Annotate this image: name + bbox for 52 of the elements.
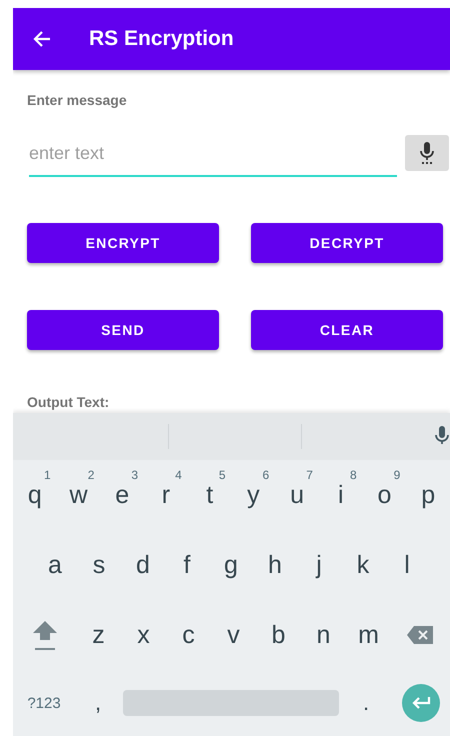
key-hint: 8 <box>350 468 357 482</box>
backspace-icon <box>406 626 432 644</box>
keyboard-key[interactable]: g <box>209 530 253 600</box>
keyboard-key[interactable]: h <box>253 530 297 600</box>
key-hint: 1 <box>44 468 51 482</box>
keyboard-key[interactable]: k <box>341 530 385 600</box>
key-hint: 4 <box>175 468 182 482</box>
field-label: Enter message <box>27 92 127 108</box>
key-hint: 3 <box>131 468 138 482</box>
keyboard-key[interactable]: x <box>121 600 166 670</box>
keyboard-key[interactable]: v <box>211 600 256 670</box>
keyboard-key[interactable]: f <box>165 530 209 600</box>
voice-input-button[interactable] <box>405 135 449 171</box>
keyboard-key[interactable]: r 4 <box>144 460 188 530</box>
key-hint: 5 <box>218 468 226 482</box>
key-hint: 6 <box>262 468 270 482</box>
keyboard-key[interactable]: d <box>121 530 165 600</box>
keyboard-key[interactable]: m <box>346 600 391 670</box>
output-label: Output Text: <box>27 394 110 410</box>
keyboard-key[interactable]: j <box>297 530 341 600</box>
keyboard-key[interactable]: q 1 <box>13 460 57 530</box>
action-button[interactable]: CLEAR <box>251 310 443 350</box>
keyboard-key[interactable]: b <box>256 600 301 670</box>
enter-key[interactable] <box>402 684 440 722</box>
action-button[interactable]: SEND <box>27 310 219 350</box>
comma-key[interactable]: , <box>75 670 121 736</box>
keyboard-key[interactable]: y 6 <box>232 460 276 530</box>
keyboard-key[interactable]: z <box>76 600 121 670</box>
keyboard-key[interactable]: e 3 <box>100 460 144 530</box>
keyboard-key[interactable]: p <box>406 460 450 530</box>
symbols-key[interactable]: ?123 <box>13 670 75 736</box>
action-button[interactable]: DECRYPT <box>251 223 443 263</box>
shift-icon <box>32 619 58 651</box>
keyboard-key[interactable]: s <box>77 530 121 600</box>
keyboard-key[interactable]: u 7 <box>275 460 319 530</box>
keyboard-key[interactable]: i 8 <box>318 460 363 530</box>
key-hint: 7 <box>306 468 313 482</box>
key-hint: 2 <box>88 468 94 482</box>
back-arrow-icon <box>33 30 51 48</box>
keyboard-key[interactable]: a <box>33 530 77 600</box>
key-hint: 9 <box>394 468 400 482</box>
keyboard-key[interactable]: o 9 <box>362 460 406 530</box>
keyboard-key[interactable]: l <box>385 530 429 600</box>
action-button[interactable]: ENCRYPT <box>27 223 219 263</box>
keyboard-key[interactable]: t 5 <box>188 460 232 530</box>
keyboard-key[interactable]: c <box>166 600 211 670</box>
enter-icon <box>411 696 431 710</box>
app-title: RS Encryption <box>89 27 234 51</box>
period-key[interactable]: . <box>340 670 392 736</box>
keyboard-key[interactable]: n <box>301 600 346 670</box>
keyboard-key[interactable]: w 2 <box>56 460 100 530</box>
microphone-icon <box>419 142 435 164</box>
